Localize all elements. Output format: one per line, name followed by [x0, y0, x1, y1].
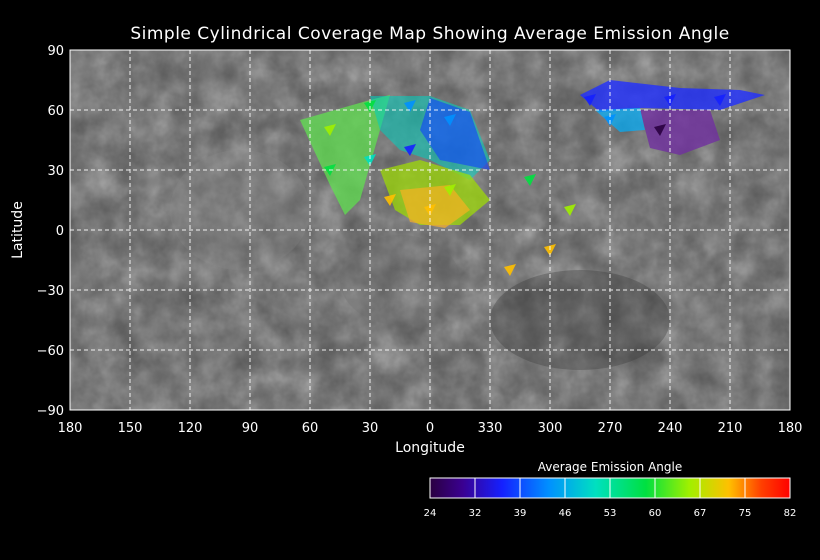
- colorbar-tick-label: 67: [694, 508, 707, 519]
- colorbar-tick-label: 60: [649, 508, 662, 519]
- coverage-map: 180 150 120 90 60 30 0 330 300 270 240 210 180906030…: [10, 44, 803, 519]
- x-tick-label: 150: [118, 421, 143, 436]
- x-tick-label: 180: [778, 421, 803, 436]
- x-tick-label: 30: [362, 421, 379, 436]
- y-tick-label: 60: [47, 104, 64, 119]
- x-tick-label: 60: [302, 421, 319, 436]
- x-axis-label: Longitude: [395, 440, 465, 456]
- x-tick-label: 90: [242, 421, 259, 436]
- colorbar-tick-label: 32: [469, 508, 482, 519]
- x-tick-label: 240: [658, 421, 683, 436]
- x-tick-label: 300: [538, 421, 563, 436]
- y-tick-label: 0: [56, 224, 64, 239]
- y-tick-label: −90: [37, 404, 64, 419]
- y-axis-label: Latitude: [10, 201, 26, 259]
- colorbar-tick-label: 39: [514, 508, 527, 519]
- colorbar-tick-label: 82: [784, 508, 797, 519]
- colorbar-tick-label: 46: [559, 508, 572, 519]
- x-tick-label: 180: [58, 421, 83, 436]
- y-tick-label: 30: [47, 164, 64, 179]
- colorbar-tick-label: 75: [739, 508, 752, 519]
- colorbar-tick-label: 24: [424, 508, 437, 519]
- colorbar-title: Average Emission Angle: [537, 460, 683, 474]
- y-tick-label: −60: [37, 344, 64, 359]
- y-tick-label: −30: [37, 284, 64, 299]
- x-tick-label: 0: [426, 421, 434, 436]
- x-tick-label: 120: [178, 421, 203, 436]
- y-tick-label: 90: [47, 44, 64, 59]
- colorbar-tick-label: 53: [604, 508, 617, 519]
- x-tick-label: 270: [598, 421, 623, 436]
- x-tick-label: 210: [718, 421, 743, 436]
- x-tick-label: 330: [478, 421, 503, 436]
